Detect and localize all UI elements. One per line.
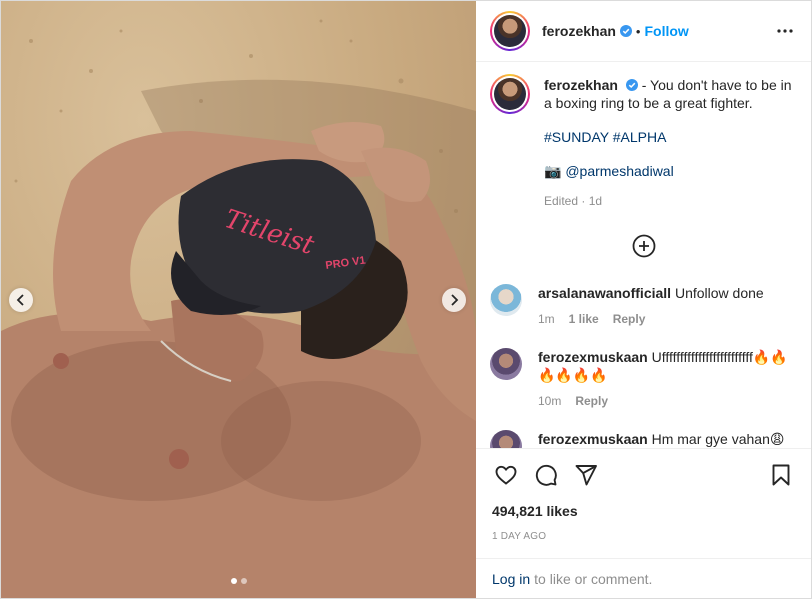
comments-section[interactable]: ferozekhan - You don't have to be in a b… xyxy=(476,62,811,448)
comment-icon xyxy=(535,464,557,486)
previous-image-button[interactable] xyxy=(9,288,33,312)
post-side-panel: ferozekhan • Follow ferozekhan - You don… xyxy=(476,1,811,598)
like-button[interactable] xyxy=(486,455,526,495)
likes-count[interactable]: 494,821 likes xyxy=(476,503,811,519)
login-link[interactable]: Log in xyxy=(492,571,530,587)
comment-username[interactable]: ferozexmuskaan xyxy=(538,431,648,447)
edited-time: 1d xyxy=(588,194,603,208)
edited-status: Edited · 1d xyxy=(544,194,603,208)
caption-dash: - xyxy=(641,77,647,93)
comment-time: 1m xyxy=(538,312,555,326)
post-photo[interactable]: Titleist PRO V1 xyxy=(1,1,476,598)
more-options-icon[interactable] xyxy=(773,19,797,43)
login-prompt: Log in to like or comment. xyxy=(476,558,811,598)
follow-button[interactable]: Follow xyxy=(644,23,688,39)
share-icon xyxy=(575,465,597,486)
bookmark-icon xyxy=(772,464,790,486)
login-prompt-text: to like or comment. xyxy=(534,570,653,587)
chevron-right-icon xyxy=(451,294,459,306)
add-comment-icon xyxy=(632,234,655,258)
comment-button[interactable] xyxy=(526,455,566,495)
commenter-avatar[interactable] xyxy=(490,284,522,316)
carousel-dot xyxy=(240,578,247,584)
carousel-dot-active xyxy=(230,578,237,584)
reply-button[interactable]: Reply xyxy=(575,392,608,410)
author-username[interactable]: ferozekhan xyxy=(542,23,616,39)
load-more-comments[interactable] xyxy=(490,234,797,258)
carousel-dots xyxy=(1,578,476,584)
comment-time: 10m xyxy=(538,394,562,408)
comment-text: Hm mar gye vahan😩 xyxy=(651,431,785,447)
caption-username[interactable]: ferozekhan xyxy=(544,77,618,93)
post-header: ferozekhan • Follow xyxy=(476,1,811,62)
heart-icon xyxy=(495,465,517,485)
next-image-button[interactable] xyxy=(442,288,466,312)
caption-body: ferozekhan - You don't have to be in a b… xyxy=(544,74,797,210)
comment-username[interactable]: arsalanawanofficiall xyxy=(538,285,671,301)
post-footer: 494,821 likes 1 DAY AGO Log in to like o… xyxy=(476,448,811,598)
post-date: 1 DAY AGO xyxy=(492,531,547,542)
photo-credit: 📷 @parmeshadiwal xyxy=(544,162,797,180)
caption-hashtags[interactable]: #SUNDAY #ALPHA xyxy=(544,128,797,146)
camera-icon: 📷 xyxy=(544,163,562,179)
comment-item: arsalanawanofficiall Unfollow done 1m 1 … xyxy=(490,284,797,328)
header-separator: • xyxy=(635,23,641,39)
comment-item: ferozexmuskaan Hm mar gye vahan😩 xyxy=(490,430,797,448)
reply-button[interactable]: Reply xyxy=(613,310,646,328)
verified-badge-icon xyxy=(625,79,638,91)
caption-row: ferozekhan - You don't have to be in a b… xyxy=(490,74,797,210)
comment-text: Unfollow done xyxy=(674,285,764,301)
comment-item: ferozexmuskaan Uffffffffffffffffffffffff… xyxy=(490,348,797,410)
caption-avatar[interactable] xyxy=(490,74,530,114)
instagram-post: Titleist PRO V1 ferozekhan • Follow fero… xyxy=(0,0,812,599)
comment-username[interactable]: ferozexmuskaan xyxy=(538,349,648,365)
photo-scene: Titleist PRO V1 xyxy=(1,19,476,598)
author-avatar[interactable] xyxy=(490,11,530,51)
share-button[interactable] xyxy=(566,455,606,495)
verified-badge-icon xyxy=(619,25,632,37)
save-button[interactable] xyxy=(761,455,801,495)
edited-label: Edited xyxy=(544,194,579,208)
action-bar xyxy=(476,449,811,501)
comment-likes[interactable]: 1 like xyxy=(569,310,599,328)
commenter-avatar[interactable] xyxy=(490,430,522,448)
commenter-avatar[interactable] xyxy=(490,348,522,380)
chevron-left-icon xyxy=(16,294,24,306)
credit-handle-link[interactable]: @parmeshadiwal xyxy=(565,163,673,179)
